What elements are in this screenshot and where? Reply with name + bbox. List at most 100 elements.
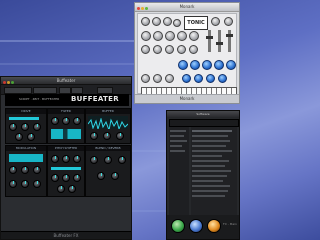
synth-knob[interactable] [189,45,198,54]
pitch-knob[interactable] [68,185,76,193]
synth-slider[interactable] [208,30,211,52]
list-item[interactable] [170,135,184,137]
synth-titlebar[interactable]: Monark [135,3,239,12]
pitch-knob[interactable] [57,185,65,193]
drive-knob[interactable] [15,133,23,141]
blue-knob[interactable] [189,219,203,233]
synth-knob[interactable] [177,31,187,41]
list-item[interactable] [192,195,225,197]
list-item[interactable] [170,130,186,132]
list-item[interactable] [192,160,229,162]
plugin-titlebar[interactable]: Buffeater [1,77,131,85]
pitch-knob[interactable] [51,155,59,163]
synth-blue-knob[interactable] [214,60,224,70]
drive-knob[interactable] [9,123,17,131]
synth-knob[interactable] [165,45,174,54]
mod-knob[interactable] [33,166,41,174]
synth-blue-knob[interactable] [218,74,227,83]
pitch-knob[interactable] [73,155,81,163]
blend-knob[interactable] [111,172,119,180]
blend-knob[interactable] [104,156,112,164]
synth-knob[interactable] [163,17,172,26]
buffer-knob[interactable] [116,132,124,140]
pitch-knob[interactable] [51,174,59,182]
synth-knob[interactable] [173,19,181,27]
bank-selector[interactable] [33,87,57,94]
synth-knob[interactable] [141,17,150,26]
synth-window[interactable]: Monark TONIC Monark [134,2,240,104]
close-icon[interactable] [137,7,140,10]
mod-knob[interactable] [21,180,29,188]
mod-knob[interactable] [21,166,29,174]
synth-blue-knob[interactable] [226,60,236,70]
minimize-icon[interactable] [7,81,10,84]
browser-category-list[interactable] [169,127,189,217]
synth-knob[interactable] [153,31,163,41]
slider-handle[interactable] [206,36,213,39]
synth-knob[interactable] [141,31,151,41]
pitch-knob[interactable] [62,174,70,182]
list-item[interactable] [192,165,225,167]
list-item[interactable] [192,190,228,192]
compare-button[interactable] [59,87,71,94]
zoom-icon[interactable] [11,81,14,84]
list-item[interactable] [192,185,230,187]
close-icon[interactable] [3,81,6,84]
drive-knob[interactable] [21,123,29,131]
slider-handle[interactable] [216,42,223,45]
green-knob[interactable] [171,219,185,233]
paste-button[interactable] [97,87,113,94]
synth-knob[interactable] [152,17,161,26]
synth-knob[interactable] [211,17,220,26]
list-item[interactable] [192,140,230,142]
list-item[interactable] [192,145,226,147]
filter-knob[interactable] [51,117,59,125]
minimize-icon[interactable] [141,7,144,10]
browser-window[interactable]: Software FX - Main [166,110,240,240]
window-controls[interactable] [137,5,149,13]
buffer-knob[interactable] [90,132,98,140]
synth-knob[interactable] [189,31,199,41]
synth-knob[interactable] [165,31,175,41]
synth-knob[interactable] [165,74,174,83]
plugin-window[interactable]: Buffeater SCRIPT · 4BIT · BUFFEATER BUFF… [0,76,132,240]
synth-knob[interactable] [141,45,150,54]
list-item[interactable] [170,145,182,147]
mod-knob[interactable] [9,166,17,174]
blend-knob[interactable] [97,172,105,180]
synth-blue-knob[interactable] [202,60,212,70]
pitch-knob[interactable] [62,155,70,163]
list-item[interactable] [192,170,231,172]
list-item[interactable] [170,150,185,152]
blend-knob[interactable] [118,156,126,164]
list-item[interactable] [192,175,227,177]
filter-knob[interactable] [62,117,70,125]
list-item[interactable] [192,150,232,152]
copy-button[interactable] [71,87,83,94]
orange-knob[interactable] [207,219,221,233]
blend-knob[interactable] [90,156,98,164]
list-item[interactable] [192,130,232,132]
synth-knob[interactable] [153,45,162,54]
buffer-knob[interactable] [103,132,111,140]
synth-knob[interactable] [141,74,150,83]
drive-knob[interactable] [33,123,41,131]
browser-toolbar[interactable] [169,119,239,127]
synth-slider[interactable] [218,30,221,52]
preset-selector[interactable] [4,87,32,94]
synth-blue-knob[interactable] [182,74,191,83]
mod-knob[interactable] [9,180,17,188]
mod-knob[interactable] [33,180,41,188]
pitch-knob[interactable] [73,174,81,182]
drive-knob[interactable] [27,133,35,141]
synth-knob[interactable] [177,45,186,54]
list-item[interactable] [192,135,228,137]
zoom-icon[interactable] [145,7,148,10]
synth-knob[interactable] [153,74,162,83]
browser-item-list[interactable] [191,127,237,217]
synth-knob[interactable] [224,17,233,26]
filter-knob[interactable] [73,117,81,125]
synth-blue-knob[interactable] [190,60,200,70]
list-item[interactable] [192,155,222,157]
slider-handle[interactable] [226,34,233,37]
